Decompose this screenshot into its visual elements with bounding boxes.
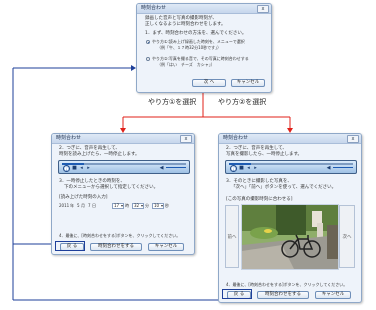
close-button[interactable]: x bbox=[347, 135, 359, 143]
option2-radio[interactable] bbox=[146, 57, 150, 61]
cancel-button[interactable]: キャンセル bbox=[148, 243, 184, 251]
previous-icon[interactable]: ◂ bbox=[246, 166, 251, 171]
volume-icon[interactable]: ◀ bbox=[326, 166, 331, 171]
second-unit: 秒 bbox=[165, 203, 169, 208]
step3-line2: 「次へ」「前へ」ボタンを使って、選んでください。 bbox=[231, 185, 337, 190]
photo-preview bbox=[241, 204, 339, 270]
hour-unit: 時 bbox=[125, 203, 129, 208]
next-icon[interactable]: ▸ bbox=[86, 166, 91, 171]
titlebar: 時刻合わせ x bbox=[219, 134, 361, 144]
back-button[interactable]: 戻 る bbox=[227, 291, 251, 299]
option1-example: （例「午、１７時32分10秒です」） bbox=[157, 45, 222, 50]
dialog-method-select: 時刻合わせ x 録画した音声と写真の撮影時刻が、 正しくなるように時刻合わせをし… bbox=[136, 3, 272, 93]
month-unit: 月 bbox=[81, 203, 85, 208]
audio-player: ▮▮ ■ ◂ ▸ ◀ bbox=[225, 160, 357, 174]
dialog-method1: 時刻合わせ x 2．つぎに、音声を再生して、 時刻を読み上げたら、一時停止します… bbox=[51, 133, 195, 255]
step1-instruction: 1．まず、時刻合わせの方法を、選んでください。 bbox=[145, 31, 247, 36]
next-button[interactable]: 次 へ bbox=[192, 79, 226, 87]
cancel-button[interactable]: キャンセル bbox=[231, 79, 265, 87]
dialog-method2: 時刻合わせ x 2．つぎに、音声を再生して、 写真を撮影したら、一時停止します。… bbox=[218, 133, 362, 303]
year-value: 2011 bbox=[59, 203, 70, 208]
second-select[interactable]: 10 bbox=[152, 203, 164, 209]
option1-radio[interactable] bbox=[146, 40, 150, 44]
volume-slider[interactable] bbox=[166, 167, 186, 168]
volume-slider[interactable] bbox=[333, 167, 353, 168]
method2-label: やり方②を選択 bbox=[218, 98, 267, 107]
titlebar: 時刻合わせ x bbox=[137, 4, 271, 14]
next-photo-button[interactable]: 次へ bbox=[339, 205, 355, 268]
next-icon[interactable]: ▸ bbox=[253, 166, 258, 171]
step3-line2: 下のメニューから選択して指定してください。 bbox=[64, 185, 159, 190]
close-button[interactable]: x bbox=[257, 5, 269, 13]
method1-label: やり方①を選択 bbox=[148, 98, 197, 107]
step2-line2: 時刻を読み上げたら、一時停止します。 bbox=[59, 152, 140, 157]
window-title: 時刻合わせ bbox=[56, 135, 82, 141]
option2-example: （例「はい チーズ カシャ」） bbox=[157, 62, 215, 67]
play-pause-button[interactable]: ▮▮ bbox=[63, 165, 70, 172]
stop-icon[interactable]: ■ bbox=[72, 166, 77, 171]
day-value: 7 bbox=[88, 203, 91, 208]
minute-select[interactable]: 32 bbox=[132, 203, 144, 209]
hour-select[interactable]: 17 bbox=[112, 203, 124, 209]
intro-line2: 正しくなるように時刻合わせをします。 bbox=[145, 22, 226, 27]
cancel-button[interactable]: キャンセル bbox=[315, 291, 351, 299]
close-button[interactable]: x bbox=[180, 135, 192, 143]
window-title: 時刻合わせ bbox=[141, 5, 167, 11]
step2-line2: 写真を撮影したら、一時停止します。 bbox=[226, 152, 303, 157]
play-pause-button[interactable]: ▮▮ bbox=[230, 165, 237, 172]
next-label: 次へ bbox=[342, 235, 352, 240]
prev-photo-button[interactable]: 前へ bbox=[225, 205, 239, 268]
prev-label: 前へ bbox=[227, 235, 237, 240]
stop-icon[interactable]: ■ bbox=[239, 166, 244, 171]
back-button[interactable]: 戻 る bbox=[60, 243, 84, 251]
step4-instruction: 4．最後に、[時刻合わせをする]ボタンを、クリックしてください。 bbox=[59, 233, 181, 238]
titlebar: 時刻合わせ x bbox=[52, 134, 194, 144]
sync-time-button[interactable]: 時刻合わせをする bbox=[90, 243, 142, 251]
window-title: 時刻合わせ bbox=[223, 135, 249, 141]
photo-caption: [この写真の撮影時刻に合わせる] bbox=[226, 197, 293, 202]
month-value: 5 bbox=[77, 203, 80, 208]
time-input-heading: [読み上げた時刻の入力] bbox=[59, 195, 108, 200]
volume-icon[interactable]: ◀ bbox=[159, 166, 164, 171]
day-unit: 日 bbox=[92, 203, 96, 208]
year-unit: 年 bbox=[70, 203, 74, 208]
audio-player: ▮▮ ■ ◂ ▸ ◀ bbox=[58, 160, 190, 174]
step4-instruction: 4．最後に、[時刻合わせをする]ボタンを、クリックしてください。 bbox=[226, 282, 348, 287]
bicycle-photo bbox=[242, 205, 338, 269]
previous-icon[interactable]: ◂ bbox=[79, 166, 84, 171]
sync-time-button[interactable]: 時刻合わせをする bbox=[257, 291, 309, 299]
minute-unit: 分 bbox=[145, 203, 149, 208]
